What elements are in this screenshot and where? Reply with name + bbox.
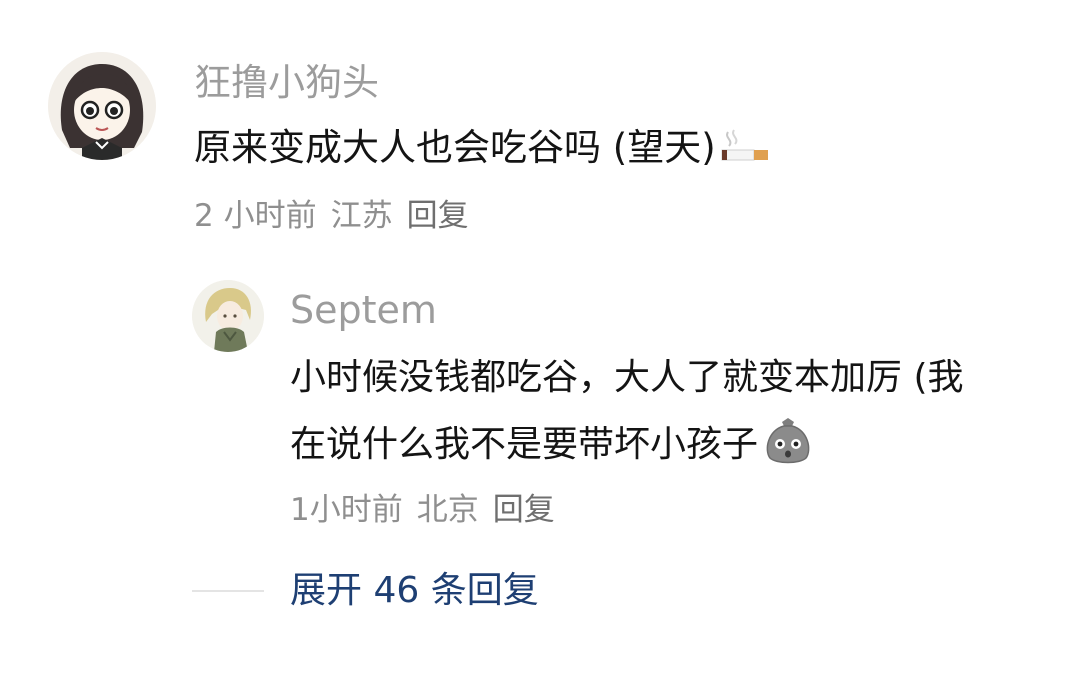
comment-meta: 2 小时前 江苏 回复 — [194, 196, 483, 236]
grey-bag-face-emoji-icon — [762, 416, 814, 479]
reply-location: 北京 — [416, 492, 479, 528]
avatar[interactable] — [192, 280, 264, 352]
reply-button[interactable]: 回复 — [493, 490, 555, 530]
comment-time: 2 小时前 — [194, 198, 317, 234]
reply-text-line2: 在说什么我不是要带坏小孩子 — [290, 416, 814, 479]
comment-location: 江苏 — [330, 198, 393, 234]
divider — [192, 590, 264, 592]
reply-text-line1: 小时候没钱都吃谷，大人了就变本加厉 (我 — [290, 357, 964, 398]
reply-meta: 1小时前 北京 回复 — [290, 490, 569, 530]
reply-time: 1小时前 — [290, 492, 403, 528]
reply-username[interactable]: Septem — [290, 287, 437, 333]
cigarette-emoji-icon — [720, 128, 770, 180]
reply-text-body: 在说什么我不是要带坏小孩子 — [290, 424, 759, 465]
avatar[interactable] — [48, 52, 156, 160]
comment-text: 原来变成大人也会吃谷吗 (望天) — [194, 124, 770, 180]
reply-button[interactable]: 回复 — [407, 196, 469, 236]
comment-username[interactable]: 狂撸小狗头 — [194, 60, 379, 106]
comment-text-body: 原来变成大人也会吃谷吗 (望天) — [194, 126, 716, 169]
expand-replies-link[interactable]: 展开 46 条回复 — [290, 567, 539, 615]
